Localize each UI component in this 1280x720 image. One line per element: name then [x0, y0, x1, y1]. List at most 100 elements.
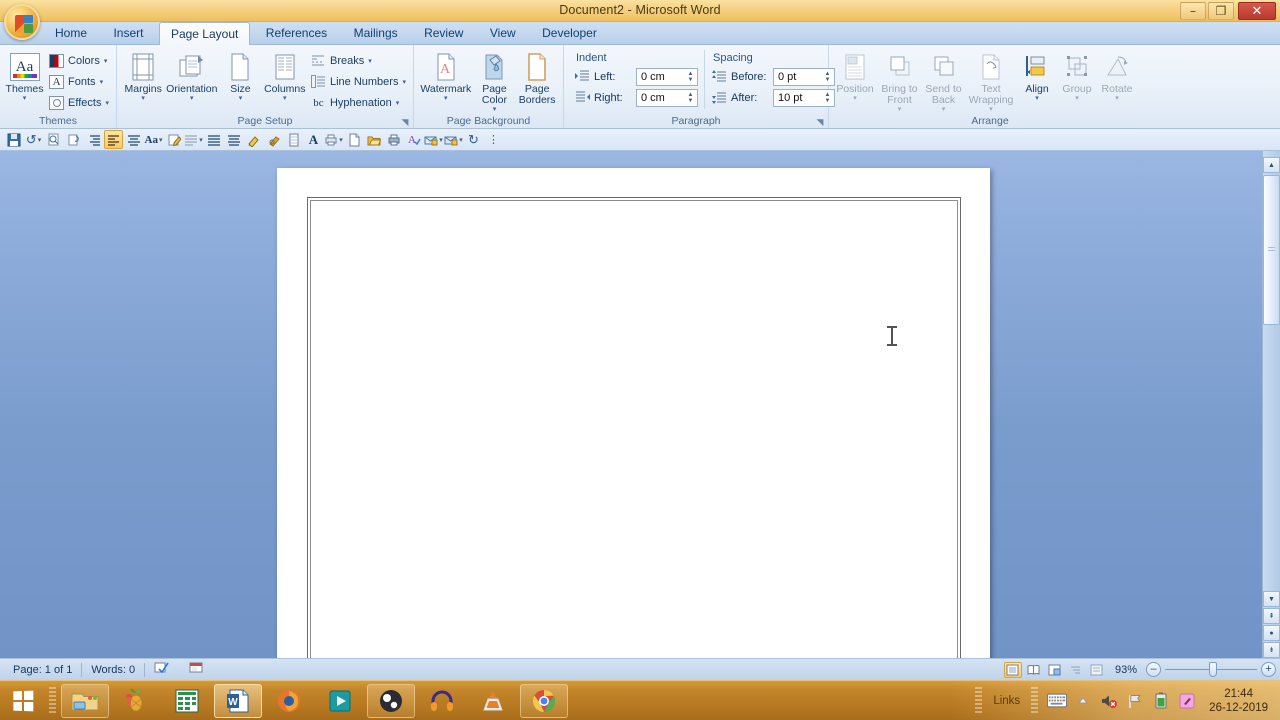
scroll-down-button[interactable]: ▼ [1263, 591, 1280, 607]
mail-recipients-icon[interactable]: ▾ [444, 130, 463, 149]
taskbar-item-word[interactable]: W [214, 683, 262, 718]
columns-button[interactable]: Columns ▾ [263, 49, 307, 102]
theme-effects-button[interactable]: Effects ▾ [45, 92, 112, 113]
undo-icon[interactable]: ↺ ▾ [24, 130, 43, 149]
print-icon[interactable]: ▾ [324, 130, 343, 149]
tab-insert[interactable]: Insert [102, 22, 154, 45]
zoom-thumb[interactable] [1209, 662, 1217, 677]
theme-fonts-button[interactable]: A Fonts ▾ [45, 71, 112, 92]
edit-icon[interactable] [164, 130, 183, 149]
tab-references[interactable]: References [255, 22, 338, 45]
restore-button[interactable]: ❐ [1208, 2, 1234, 20]
justify-icon[interactable] [204, 130, 223, 149]
themes-button[interactable]: Aa Themes ▾ [4, 49, 45, 102]
align-right-icon[interactable] [84, 130, 103, 149]
start-button[interactable] [0, 681, 46, 720]
outline-view-button[interactable] [1067, 662, 1085, 678]
links-toolbar-label[interactable]: Links [991, 695, 1022, 707]
redo-icon[interactable]: ↻ [464, 130, 483, 149]
print-preview-icon[interactable] [44, 130, 63, 149]
spelling-icon[interactable]: A [404, 130, 423, 149]
indent-left-stepper[interactable]: ▲ ▼ [686, 69, 695, 86]
spacing-after-input[interactable]: 10 pt ▲ ▼ [773, 88, 835, 107]
paragraph-marks-icon[interactable]: ▾ [184, 130, 203, 149]
highlight-icon[interactable] [264, 130, 283, 149]
group-button[interactable]: Group ▾ [1057, 49, 1097, 102]
full-screen-reading-view-button[interactable] [1025, 662, 1043, 678]
tab-mailings[interactable]: Mailings [343, 22, 409, 45]
mail-merge-icon[interactable]: ▾ [424, 130, 443, 149]
indent-right-stepper[interactable]: ▲ ▼ [686, 90, 695, 107]
taskbar-item-pineapple-app[interactable] [112, 684, 160, 718]
tab-developer[interactable]: Developer [531, 22, 608, 45]
zoom-track[interactable] [1165, 662, 1257, 677]
clock[interactable]: 21:44 26-12-2019 [1203, 687, 1274, 715]
align-center-icon[interactable] [124, 130, 143, 149]
vertical-scrollbar[interactable]: ▴ ▲ ▼ ⇞ ● ⇟ [1262, 151, 1280, 658]
paragraph-dialog-launcher[interactable]: ◥ [815, 117, 825, 127]
breaks-button[interactable]: Breaks ▾ [307, 50, 409, 71]
page-borders-button[interactable]: Page Borders [515, 49, 559, 106]
taskbar-item-media-player[interactable] [316, 684, 364, 718]
save-icon[interactable] [4, 130, 23, 149]
taskbar-item-file-explorer[interactable] [61, 683, 109, 718]
show-hidden-icons-arrow[interactable] [1073, 691, 1093, 711]
line-numbers-button[interactable]: Line Numbers ▾ [307, 71, 409, 92]
new-document-icon[interactable] [344, 130, 363, 149]
tab-page-layout[interactable]: Page Layout [158, 22, 251, 46]
word-count-status[interactable]: Words: 0 [82, 664, 144, 676]
spacing-before-input[interactable]: 0 pt ▲ ▼ [773, 67, 835, 86]
bring-to-front-button[interactable]: Bring to Front ▾ [877, 49, 922, 113]
insert-object-icon[interactable] [179, 661, 213, 678]
change-case-icon[interactable]: Aa ▾ [144, 130, 163, 149]
zoom-slider[interactable]: – + [1146, 662, 1276, 677]
print-layout-view-button[interactable] [1003, 661, 1022, 678]
text-wrapping-button[interactable]: Text Wrapping ▾ [965, 49, 1017, 113]
minimize-button[interactable]: – [1180, 2, 1206, 20]
zoom-level-label[interactable]: 93% [1109, 664, 1143, 676]
battery-icon[interactable] [1151, 691, 1171, 711]
indent-right-input[interactable]: 0 cm ▲ ▼ [636, 88, 698, 107]
page-setup-dialog-launcher[interactable]: ◥ [400, 117, 410, 127]
hyphenation-button[interactable]: bc Hyphenation ▾ [307, 92, 409, 113]
tab-home[interactable]: Home [44, 22, 98, 45]
page-color-button[interactable]: Page Color ▾ [474, 49, 516, 113]
quick-print-icon[interactable] [384, 130, 403, 149]
volume-muted-icon[interactable] [1099, 691, 1119, 711]
pink-app-icon[interactable] [1177, 691, 1197, 711]
select-browse-object-icon[interactable]: ● [1263, 625, 1280, 641]
borders-icon[interactable] [284, 130, 303, 149]
attach-icon[interactable] [64, 130, 83, 149]
taskbar-item-audio-app[interactable] [418, 684, 466, 718]
taskbar-item-obs-studio[interactable] [367, 683, 415, 718]
close-button[interactable]: ✕ [1238, 2, 1276, 20]
scroll-up-button[interactable]: ▲ [1263, 157, 1280, 173]
taskbar-item-firefox[interactable] [265, 684, 313, 718]
tab-view[interactable]: View [479, 22, 527, 45]
keyboard-icon[interactable] [1047, 691, 1068, 711]
distribute-icon[interactable] [224, 130, 243, 149]
document-canvas[interactable]: ▴ ▲ ▼ ⇞ ● ⇟ [0, 151, 1280, 658]
previous-page-icon[interactable]: ⇞ [1263, 608, 1280, 624]
scrollbar-thumb[interactable] [1263, 175, 1280, 325]
align-button[interactable]: Align ▾ [1017, 49, 1057, 102]
format-painter-icon[interactable] [244, 130, 263, 149]
document-page[interactable] [277, 168, 990, 658]
open-icon[interactable] [364, 130, 383, 149]
toolbar-options-icon[interactable]: ⋮ [484, 130, 503, 149]
zoom-out-button[interactable]: – [1146, 662, 1161, 677]
taskbar-item-vlc[interactable] [469, 684, 517, 718]
send-to-back-button[interactable]: Send to Back ▾ [922, 49, 965, 113]
theme-colors-button[interactable]: Colors ▾ [45, 50, 112, 71]
office-button[interactable] [4, 4, 40, 40]
tray-grip-right[interactable] [1031, 686, 1039, 715]
font-icon[interactable]: A [304, 130, 323, 149]
align-left-icon[interactable] [104, 130, 123, 149]
action-center-flag-icon[interactable] [1125, 691, 1145, 711]
zoom-in-button[interactable]: + [1261, 662, 1276, 677]
position-button[interactable]: Position ▾ [833, 49, 877, 102]
web-layout-view-button[interactable] [1046, 662, 1064, 678]
next-page-icon[interactable]: ⇟ [1263, 642, 1280, 658]
spelling-check-icon[interactable] [145, 661, 179, 678]
taskbar-item-excel[interactable] [163, 684, 211, 718]
